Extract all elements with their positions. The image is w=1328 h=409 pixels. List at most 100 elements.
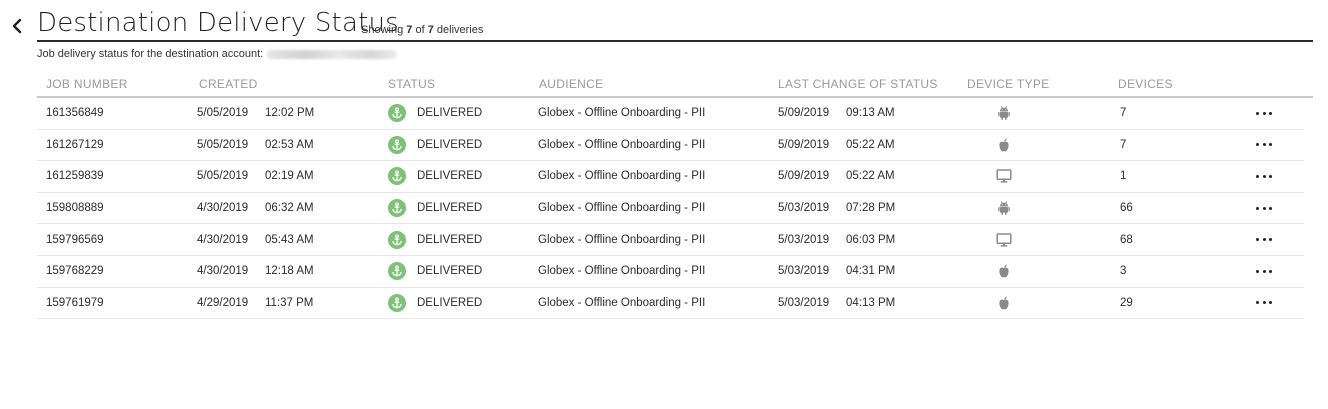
table-row[interactable]: 159761979 4/29/2019 11:37 PM DELIVERED G… — [37, 288, 1304, 320]
anchor-icon — [392, 107, 402, 119]
account-subtitle-label: Job delivery status for the destination … — [37, 48, 264, 60]
device-count: 3 — [1120, 265, 1127, 278]
column-header-status[interactable]: STATUS — [388, 77, 435, 91]
last-change-time: 05:22 AM — [846, 138, 895, 151]
anchor-icon — [392, 297, 402, 309]
anchor-icon — [392, 265, 402, 277]
table-row[interactable]: 159808889 4/30/2019 06:32 AM DELIVERED G… — [37, 193, 1304, 225]
last-change-date: 5/03/2019 — [778, 296, 830, 309]
status-label: DELIVERED — [417, 138, 483, 151]
device-count: 1 — [1120, 170, 1127, 183]
delivered-status-icon — [388, 199, 406, 218]
table-row[interactable]: 161267129 5/05/2019 02:53 AM DELIVERED G… — [37, 130, 1304, 162]
created-time: 12:18 AM — [265, 265, 314, 278]
created-time: 02:53 AM — [265, 138, 314, 151]
more-actions-button[interactable] — [1256, 298, 1272, 308]
audience-name: Globex - Offline Onboarding - PII — [538, 233, 706, 246]
showing-total-value: 7 — [427, 24, 434, 36]
column-header-device-type[interactable]: DEVICE TYPE — [967, 77, 1049, 91]
created-time: 05:43 AM — [265, 233, 314, 246]
created-date: 5/05/2019 — [197, 107, 249, 120]
status-label: DELIVERED — [417, 265, 483, 278]
created-date: 4/30/2019 — [197, 202, 249, 215]
redacted-account-name — [267, 49, 398, 59]
audience-name: Globex - Offline Onboarding - PII — [538, 265, 706, 278]
job-number: 161267129 — [46, 138, 104, 151]
device-count: 7 — [1120, 107, 1127, 120]
last-change-time: 06:03 PM — [846, 233, 896, 246]
delivered-status-icon — [388, 167, 406, 186]
android-icon — [995, 104, 1013, 122]
job-number: 159768229 — [46, 265, 104, 278]
chevron-left-icon — [12, 18, 22, 34]
audience-name: Globex - Offline Onboarding - PII — [538, 170, 706, 183]
last-change-date: 5/03/2019 — [778, 265, 830, 278]
table-row[interactable]: 159768229 4/30/2019 12:18 AM DELIVERED G… — [37, 256, 1304, 288]
audience-name: Globex - Offline Onboarding - PII — [538, 296, 706, 309]
created-date: 4/29/2019 — [197, 296, 249, 309]
job-number: 161356849 — [46, 107, 104, 120]
status-label: DELIVERED — [417, 202, 483, 215]
created-time: 11:37 PM — [265, 296, 314, 309]
account-subtitle: Job delivery status for the destination … — [37, 48, 398, 60]
more-actions-button[interactable] — [1256, 235, 1272, 245]
delivered-status-icon — [388, 135, 406, 154]
column-header-last-change[interactable]: LAST CHANGE OF STATUS — [778, 77, 938, 91]
android-icon — [995, 199, 1013, 217]
delivered-status-icon — [388, 104, 406, 123]
job-number: 159761979 — [46, 296, 104, 309]
last-change-time: 04:31 PM — [846, 265, 896, 278]
device-count: 66 — [1120, 202, 1133, 215]
last-change-time: 07:28 PM — [846, 202, 896, 215]
more-actions-button[interactable] — [1256, 171, 1272, 181]
more-actions-button[interactable] — [1256, 266, 1272, 276]
more-actions-button[interactable] — [1256, 108, 1272, 118]
showing-suffix: deliveries — [436, 24, 484, 36]
job-number: 159808889 — [46, 202, 104, 215]
last-change-time: 09:13 AM — [846, 107, 895, 120]
job-number: 161259839 — [46, 170, 104, 183]
anchor-icon — [392, 202, 402, 214]
audience-name: Globex - Offline Onboarding - PII — [538, 202, 706, 215]
delivery-table: JOB NUMBER CREATED STATUS AUDIENCE LAST … — [37, 70, 1313, 320]
device-count: 7 — [1120, 138, 1127, 151]
created-time: 02:19 AM — [265, 170, 314, 183]
apple-icon — [995, 136, 1013, 154]
table-body: 161356849 5/05/2019 12:02 PM DELIVERED G… — [37, 98, 1313, 320]
column-header-devices[interactable]: DEVICES — [1118, 77, 1173, 91]
column-header-created[interactable]: CREATED — [199, 77, 258, 91]
anchor-icon — [392, 170, 402, 182]
more-actions-button[interactable] — [1256, 140, 1272, 150]
showing-count: Showing 7 of 7 deliveries — [361, 24, 483, 36]
delivered-status-icon — [388, 262, 406, 281]
delivered-status-icon — [388, 293, 406, 312]
column-header-audience[interactable]: AUDIENCE — [539, 77, 603, 91]
anchor-icon — [392, 139, 402, 151]
last-change-date: 5/09/2019 — [778, 107, 830, 120]
created-date: 5/05/2019 — [197, 138, 249, 151]
showing-prefix: Showing — [361, 24, 404, 36]
last-change-time: 04:13 PM — [846, 296, 896, 309]
title-divider — [37, 40, 1313, 42]
status-label: DELIVERED — [417, 233, 483, 246]
table-row[interactable]: 161259839 5/05/2019 02:19 AM DELIVERED G… — [37, 161, 1304, 193]
more-actions-button[interactable] — [1256, 203, 1272, 213]
table-row[interactable]: 159796569 4/30/2019 05:43 AM DELIVERED G… — [37, 224, 1304, 256]
column-header-job-number[interactable]: JOB NUMBER — [46, 77, 128, 91]
table-row[interactable]: 161356849 5/05/2019 12:02 PM DELIVERED G… — [37, 98, 1304, 130]
audience-name: Globex - Offline Onboarding - PII — [538, 138, 706, 151]
page-title: Destination Delivery Status — [37, 8, 399, 38]
last-change-time: 05:22 AM — [846, 170, 895, 183]
created-time: 12:02 PM — [265, 107, 315, 120]
last-change-date: 5/03/2019 — [778, 233, 830, 246]
status-label: DELIVERED — [417, 296, 483, 309]
created-date: 4/30/2019 — [197, 233, 249, 246]
desktop-icon — [995, 167, 1013, 185]
back-button[interactable] — [10, 16, 24, 36]
delivered-status-icon — [388, 230, 406, 249]
status-label: DELIVERED — [417, 107, 483, 120]
job-number: 159796569 — [46, 233, 104, 246]
created-time: 06:32 AM — [265, 202, 314, 215]
showing-of: of — [415, 24, 425, 36]
page-header: Destination Delivery Status Showing 7 of… — [0, 0, 1328, 42]
